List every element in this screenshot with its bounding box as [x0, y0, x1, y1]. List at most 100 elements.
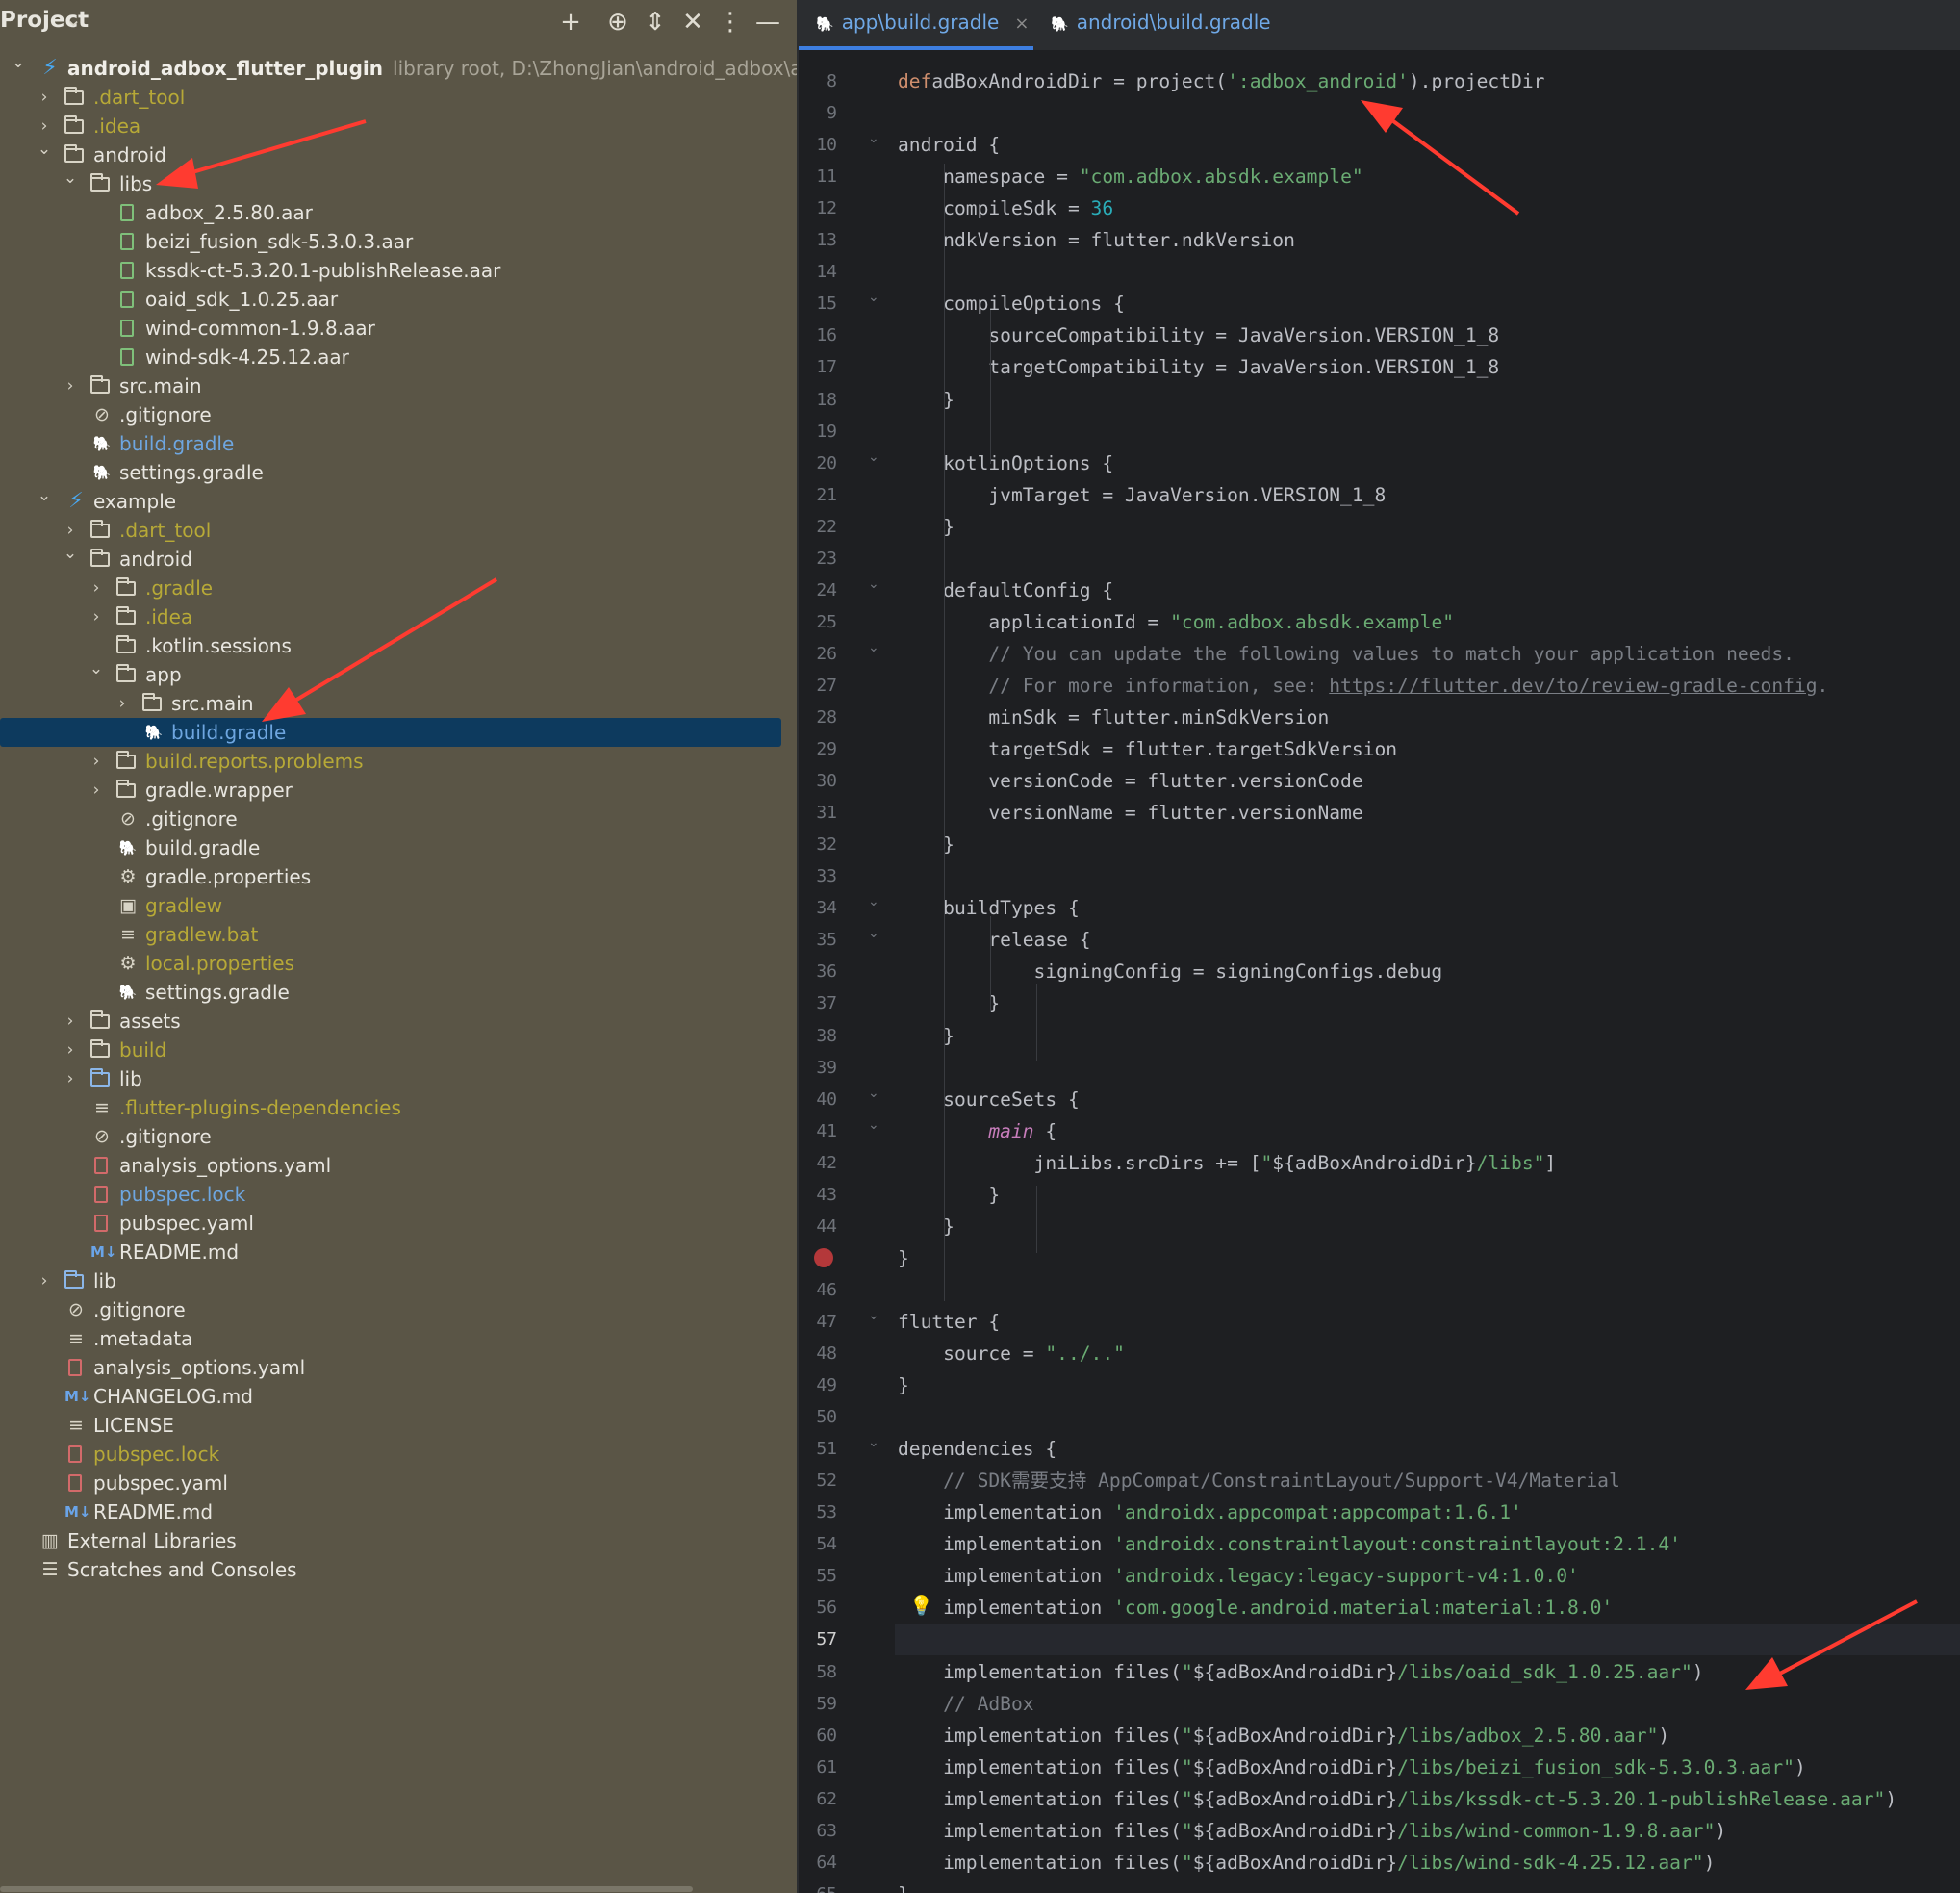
new-file-icon[interactable]: +: [554, 6, 587, 38]
horizontal-scrollbar[interactable]: [0, 1886, 693, 1892]
tree-item[interactable]: ☰ Scratches and Consoles: [0, 1555, 797, 1584]
tree-item[interactable]: 🐘 build.gradle: [0, 429, 797, 458]
chevron-right-icon[interactable]: ›: [62, 1036, 79, 1064]
close-icon[interactable]: ×: [1014, 13, 1029, 34]
tree-item[interactable]: analysis_options.yaml: [0, 1151, 797, 1180]
fold-chevron-icon[interactable]: ⌄: [868, 894, 879, 909]
tree-item[interactable]: ⌄ app: [0, 659, 797, 689]
chevron-right-icon[interactable]: ›: [62, 371, 79, 400]
fold-chevron-icon[interactable]: ⌄: [868, 576, 879, 592]
tree-item[interactable]: › lib: [0, 1064, 797, 1093]
chevron-right-icon[interactable]: ›: [114, 689, 131, 718]
tree-item[interactable]: 🐘 settings.gradle: [0, 458, 797, 487]
tree-item[interactable]: › .idea: [0, 602, 797, 631]
tree-item[interactable]: 🐘 build.gradle: [0, 718, 781, 747]
code-line: targetSdk = flutter.targetSdkVersion: [898, 733, 1397, 765]
tree-item[interactable]: › build: [0, 1036, 797, 1064]
hide-panel-icon[interactable]: —: [751, 6, 784, 38]
tree-item[interactable]: ⚙ gradle.properties: [0, 862, 797, 891]
fold-chevron-icon[interactable]: ⌄: [868, 449, 879, 465]
editor-tab[interactable]: 🐘 app\build.gradle ×: [799, 0, 1033, 50]
code-editor: 🐘 app\build.gradle × 🐘 android\build.gradle …: [799, 0, 1960, 1893]
tree-item[interactable]: M↓ CHANGELOG.md: [0, 1382, 797, 1411]
chevron-right-icon[interactable]: ›: [62, 1007, 79, 1036]
chevron-right-icon[interactable]: ›: [62, 1064, 79, 1093]
chevron-right-icon[interactable]: ›: [88, 776, 105, 805]
tree-item[interactable]: ⊘ .gitignore: [0, 1122, 797, 1151]
line-number: 29: [816, 739, 837, 760]
chevron-right-icon[interactable]: ›: [88, 602, 105, 631]
fold-chevron-icon[interactable]: ⌄: [868, 926, 879, 941]
chevron-down-icon[interactable]: ⌄: [62, 539, 79, 568]
tree-item[interactable]: ⌄ ⚡ example: [0, 486, 797, 516]
editor-tab[interactable]: 🐘 android\build.gradle: [1033, 0, 1293, 50]
chevron-down-icon[interactable]: ⌄: [88, 654, 105, 683]
tree-item[interactable]: beizi_fusion_sdk-5.3.0.3.aar: [0, 227, 797, 256]
chevron-down-icon[interactable]: ⌄: [65, 8, 82, 31]
collapse-all-icon[interactable]: ✕: [676, 6, 709, 38]
fold-chevron-icon[interactable]: ⌄: [868, 1435, 879, 1450]
tree-item[interactable]: › lib: [0, 1266, 797, 1295]
tree-item[interactable]: ▣ gradlew: [0, 891, 797, 920]
tree-item[interactable]: ⌄ android: [0, 544, 797, 574]
tree-item[interactable]: 🐘 settings.gradle: [0, 978, 797, 1007]
tree-item[interactable]: ≡ .metadata: [0, 1324, 797, 1353]
code-area[interactable]: defadBoxAndroidDir = project(':adbox_and…: [898, 50, 1960, 1893]
tree-item[interactable]: ⌄ ⚡ android_adbox_flutter_plugin library ro…: [0, 53, 797, 83]
tree-item[interactable]: › src.main: [0, 371, 797, 400]
chevron-right-icon[interactable]: ›: [36, 83, 53, 112]
tree-item[interactable]: ⊘ .gitignore: [0, 400, 797, 429]
fold-chevron-icon[interactable]: ⌄: [868, 290, 879, 305]
tree-item[interactable]: oaid_sdk_1.0.25.aar: [0, 285, 797, 314]
tree-item[interactable]: 🐘 build.gradle: [0, 833, 797, 862]
chevron-right-icon[interactable]: ›: [36, 1266, 53, 1295]
tree-item[interactable]: pubspec.yaml: [0, 1469, 797, 1497]
tree-item[interactable]: M↓ README.md: [0, 1238, 797, 1266]
chevron-down-icon[interactable]: ⌄: [36, 135, 53, 164]
tree-item[interactable]: › src.main: [0, 689, 797, 718]
chevron-right-icon[interactable]: ›: [88, 574, 105, 602]
fold-chevron-icon[interactable]: ⌄: [868, 1308, 879, 1323]
options-menu-icon[interactable]: ⋮: [714, 6, 747, 38]
tree-item[interactable]: ⌄ android: [0, 140, 797, 169]
tree-item[interactable]: ⊘ .gitignore: [0, 1295, 797, 1324]
tree-item[interactable]: M↓ README.md: [0, 1497, 797, 1526]
fold-chevron-icon[interactable]: ⌄: [868, 640, 879, 655]
tree-item[interactable]: wind-common-1.9.8.aar: [0, 314, 797, 343]
tree-item[interactable]: adbox_2.5.80.aar: [0, 198, 797, 227]
chevron-right-icon[interactable]: ›: [88, 747, 105, 776]
tree-item[interactable]: › build.reports.problems: [0, 747, 797, 776]
tree-item[interactable]: ≡ LICENSE: [0, 1411, 797, 1440]
fold-chevron-icon[interactable]: ⌄: [868, 131, 879, 146]
tree-item[interactable]: .kotlin.sessions: [0, 631, 797, 660]
code-token: }: [898, 515, 955, 538]
expand-all-icon[interactable]: ⇕: [639, 6, 672, 38]
indent-guide: [944, 164, 945, 1301]
locate-target-icon[interactable]: ⊕: [601, 6, 634, 38]
tree-item[interactable]: › .gradle: [0, 574, 797, 602]
tree-item[interactable]: › gradle.wrapper: [0, 776, 797, 805]
fold-chevron-icon[interactable]: ⌄: [868, 1117, 879, 1133]
tree-item[interactable]: ≡ gradlew.bat: [0, 920, 797, 949]
tree-item[interactable]: › .idea: [0, 112, 797, 141]
tree-item[interactable]: › .dart_tool: [0, 516, 797, 545]
tree-item[interactable]: pubspec.lock: [0, 1440, 797, 1469]
tree-item[interactable]: ⌄ libs: [0, 168, 797, 198]
tree-item[interactable]: ⚙ local.properties: [0, 949, 797, 978]
tree-item[interactable]: ▥ External Libraries: [0, 1526, 797, 1555]
breakpoint-icon[interactable]: [814, 1247, 833, 1267]
tree-item[interactable]: ≡ .flutter-plugins-dependencies: [0, 1093, 797, 1122]
tree-item[interactable]: wind-sdk-4.25.12.aar: [0, 343, 797, 371]
chevron-down-icon[interactable]: ⌄: [36, 481, 53, 510]
tree-item[interactable]: › assets: [0, 1007, 797, 1036]
chevron-down-icon[interactable]: ⌄: [10, 48, 27, 77]
fold-chevron-icon[interactable]: ⌄: [868, 1086, 879, 1101]
tree-item[interactable]: pubspec.yaml: [0, 1209, 797, 1238]
tree-item[interactable]: pubspec.lock: [0, 1180, 797, 1209]
tree-item[interactable]: ⊘ .gitignore: [0, 805, 797, 833]
tree-item[interactable]: analysis_options.yaml: [0, 1353, 797, 1382]
chevron-down-icon[interactable]: ⌄: [62, 164, 79, 192]
tree-item[interactable]: › .dart_tool: [0, 83, 797, 112]
tree-item[interactable]: kssdk-ct-5.3.20.1-publishRelease.aar: [0, 256, 797, 285]
line-number: 28: [816, 707, 837, 728]
